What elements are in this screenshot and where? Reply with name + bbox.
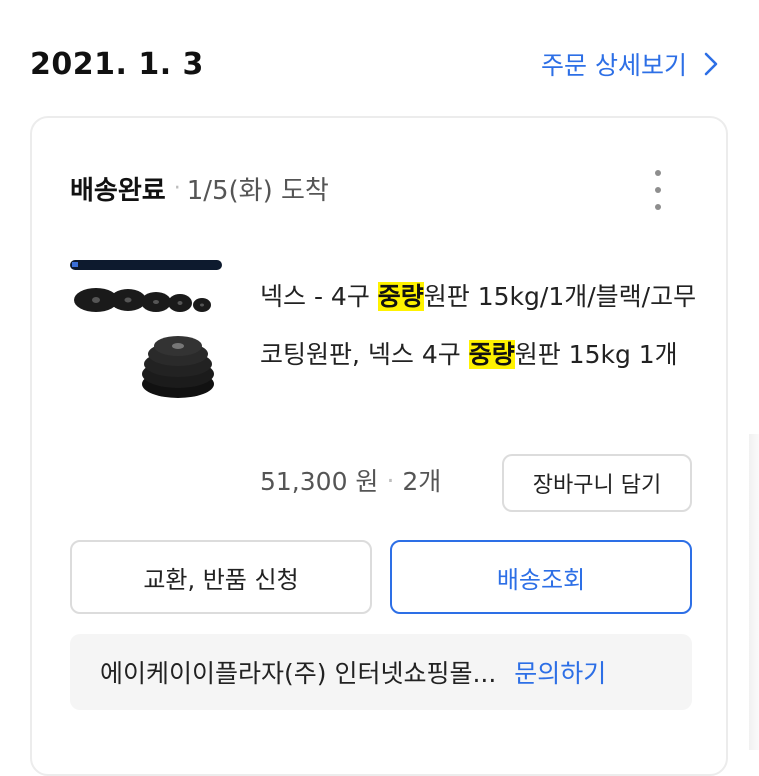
order-detail-label: 주문 상세보기 bbox=[541, 51, 687, 80]
scroll-edge bbox=[749, 434, 759, 750]
search-highlight: 중량 bbox=[468, 340, 515, 369]
seller-bar: 에이케이이플라자(주) 인터넷쇼핑몰... 문의하기 bbox=[70, 634, 692, 710]
delivery-status: 배송완료 bbox=[70, 175, 166, 206]
order-card: 배송완료 · 1/5(화) 도착 넥스 - 4구 중량원판 15kg/1개/블랙… bbox=[30, 116, 728, 776]
arrival-date: 1/5(화) 도착 bbox=[186, 175, 329, 206]
more-options-icon[interactable] bbox=[648, 170, 668, 210]
price-separator: · bbox=[386, 465, 395, 495]
title-part: 원판 15kg 1개 bbox=[514, 340, 678, 369]
delivery-status-row: 배송완료 · 1/5(화) 도착 bbox=[70, 168, 686, 208]
price-row: 51,300 원 · 2개 bbox=[260, 460, 441, 500]
track-delivery-button[interactable]: 배송조회 bbox=[390, 540, 692, 614]
inquiry-link[interactable]: 문의하기 bbox=[514, 654, 606, 690]
kebab-dot bbox=[655, 187, 661, 193]
weight-plates-image bbox=[70, 260, 222, 398]
kebab-dot bbox=[655, 204, 661, 210]
status-separator: · bbox=[173, 175, 181, 201]
add-to-cart-button[interactable]: 장바구니 담기 bbox=[502, 454, 692, 512]
product-quantity: 2개 bbox=[402, 467, 442, 496]
order-header: 2021. 1. 3 주문 상세보기 bbox=[30, 38, 729, 90]
chevron-right-icon bbox=[704, 52, 718, 76]
title-part: 넥스 - 4구 bbox=[260, 282, 378, 311]
search-highlight: 중량 bbox=[377, 282, 424, 311]
product-thumbnail[interactable] bbox=[70, 260, 222, 412]
order-detail-link[interactable]: 주문 상세보기 bbox=[541, 46, 721, 82]
product-price: 51,300 원 bbox=[260, 467, 379, 496]
exchange-return-button[interactable]: 교환, 반품 신청 bbox=[70, 540, 372, 614]
product-title[interactable]: 넥스 - 4구 중량원판 15kg/1개/블랙/고무코팅원판, 넥스 4구 중량… bbox=[260, 268, 710, 384]
seller-name[interactable]: 에이케이이플라자(주) 인터넷쇼핑몰... bbox=[100, 654, 496, 690]
order-date: 2021. 1. 3 bbox=[30, 46, 204, 82]
kebab-dot bbox=[655, 170, 661, 176]
